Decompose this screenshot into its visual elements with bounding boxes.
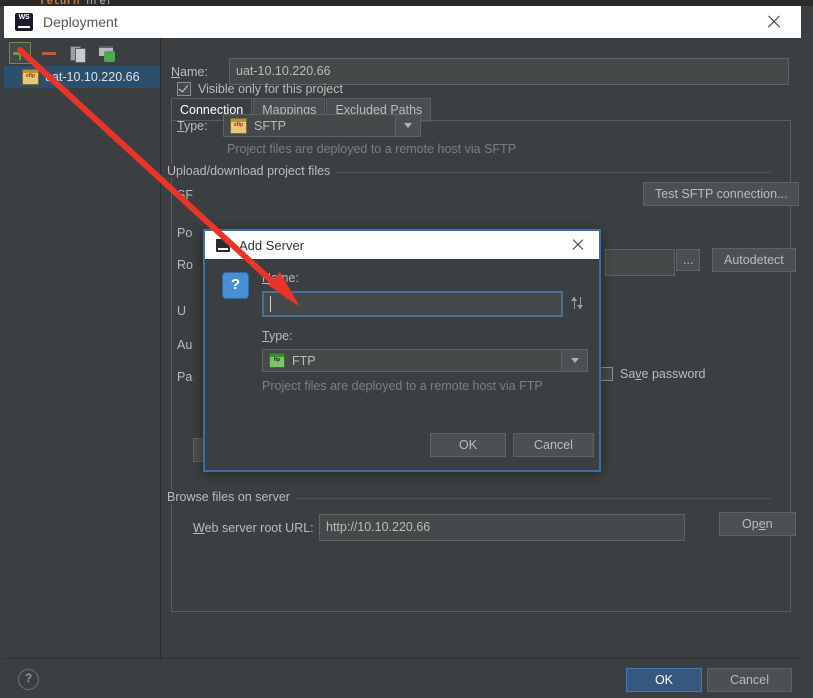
upload-group-title: Upload/download project files bbox=[167, 164, 337, 178]
visible-only-checkbox[interactable] bbox=[177, 82, 191, 96]
autodetect-button[interactable]: Autodetect bbox=[712, 248, 796, 272]
browse-group-title: Browse files on server bbox=[167, 490, 296, 504]
modal-title: Add Server bbox=[239, 237, 305, 253]
modal-ok-button[interactable]: OK bbox=[430, 433, 507, 457]
type-value-label: SFTP bbox=[254, 118, 286, 133]
type-row: Type: SFTP bbox=[177, 114, 421, 137]
type-hint-text: Project files are deployed to a remote h… bbox=[227, 142, 517, 156]
type-dropdown-value: SFTP bbox=[224, 117, 286, 134]
server-list-toolbar bbox=[4, 40, 166, 66]
ok-button[interactable]: OK bbox=[625, 668, 702, 692]
arrow-up-icon bbox=[570, 297, 579, 309]
add-server-button[interactable] bbox=[9, 42, 31, 64]
modal-type-value-label: FTP bbox=[292, 353, 316, 368]
list-item[interactable]: uat-10.10.220.66 bbox=[4, 66, 160, 88]
server-tree: uat-10.10.220.66 bbox=[4, 66, 160, 656]
sort-up-down-icon[interactable] bbox=[570, 295, 586, 311]
name-input[interactable]: uat-10.10.220.66 bbox=[229, 58, 789, 85]
web-url-input[interactable]: http://10.10.220.66 bbox=[319, 514, 685, 541]
text-caret bbox=[270, 296, 271, 312]
modal-cancel-button[interactable]: Cancel bbox=[513, 433, 594, 457]
modal-type-hint: Project files are deployed to a remote h… bbox=[262, 379, 543, 393]
modal-type-label: Type: bbox=[262, 329, 293, 343]
arrow-down-icon bbox=[576, 297, 585, 309]
server-list-panel: uat-10.10.220.66 bbox=[4, 38, 161, 658]
ftp-icon bbox=[269, 353, 285, 368]
modal-type-dropdown[interactable]: FTP bbox=[262, 349, 588, 372]
modal-name-input[interactable] bbox=[262, 291, 563, 317]
web-url-label: Web server root URL: bbox=[193, 520, 314, 535]
chevron-down-icon[interactable] bbox=[395, 115, 420, 136]
close-icon[interactable] bbox=[763, 11, 785, 33]
use-as-default-button[interactable] bbox=[97, 43, 117, 63]
open-url-button[interactable]: Open bbox=[719, 512, 796, 536]
cancel-button[interactable]: Cancel bbox=[707, 668, 792, 692]
help-icon[interactable]: ? bbox=[222, 272, 249, 299]
server-name-label: uat-10.10.220.66 bbox=[45, 70, 140, 84]
name-row: Name: uat-10.10.220.66 bbox=[171, 58, 791, 85]
visible-only-row[interactable]: Visible only for this project bbox=[177, 82, 343, 96]
close-icon[interactable] bbox=[569, 236, 587, 254]
modal-type-value: FTP bbox=[263, 353, 316, 368]
help-icon[interactable]: ? bbox=[18, 669, 39, 690]
sftp-host-label: SF bbox=[177, 188, 193, 202]
remove-server-button[interactable] bbox=[39, 43, 59, 63]
sftp-icon bbox=[230, 117, 247, 134]
sftp-host-row: SF bbox=[177, 188, 295, 202]
browse-root-path-button[interactable]: ... bbox=[676, 249, 701, 271]
add-server-dialog: Add Server ? Name: Type: FTP Project fil… bbox=[203, 229, 601, 472]
name-label: Name: bbox=[171, 64, 208, 79]
modal-body: ? Name: Type: FTP Project files are depl… bbox=[205, 259, 599, 470]
dialog-footer: ? OK Cancel bbox=[4, 658, 801, 698]
modal-name-label: Name: bbox=[262, 271, 299, 285]
browse-files-group: Browse files on server Web server root U… bbox=[167, 490, 796, 550]
app-logo-icon bbox=[216, 238, 230, 252]
sftp-icon bbox=[22, 69, 39, 85]
modal-title-bar: Add Server bbox=[205, 231, 599, 259]
save-password-label: Save password bbox=[620, 367, 706, 381]
window-title-bar: Deployment bbox=[4, 6, 801, 38]
copy-server-button[interactable] bbox=[68, 43, 88, 63]
window-title: Deployment bbox=[43, 14, 118, 30]
web-url-row: Web server root URL: http://10.10.220.66 bbox=[193, 514, 685, 541]
root-path-input[interactable] bbox=[605, 249, 675, 276]
webstorm-logo-icon bbox=[15, 13, 33, 31]
save-password-row[interactable]: Save password bbox=[599, 367, 705, 381]
visible-only-label: Visible only for this project bbox=[198, 82, 343, 96]
save-password-checkbox[interactable] bbox=[599, 367, 613, 381]
test-connection-button[interactable]: Test SFTP connection... bbox=[643, 182, 800, 206]
chevron-down-icon[interactable] bbox=[561, 350, 587, 371]
type-label: Type: bbox=[177, 118, 208, 133]
type-dropdown[interactable]: SFTP bbox=[223, 114, 421, 137]
